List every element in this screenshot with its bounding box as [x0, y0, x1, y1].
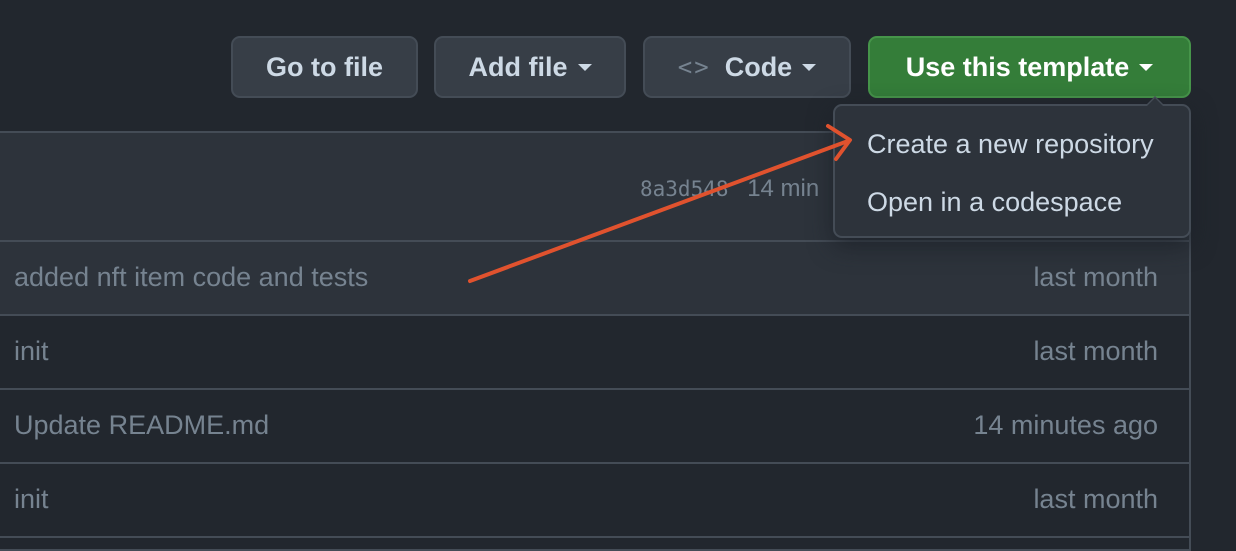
commit-age: 14 min: [747, 175, 820, 202]
commit-message-link[interactable]: init: [14, 336, 49, 367]
file-row[interactable]: init last month: [0, 464, 1189, 538]
template-dropdown-menu: Create a new repository Open in a codesp…: [833, 96, 1191, 238]
menu-item-create-repository[interactable]: Create a new repository: [835, 126, 1189, 184]
caret-down-icon: [577, 63, 592, 71]
menu-item-open-codespace[interactable]: Open in a codespace: [835, 184, 1189, 242]
commit-message-link[interactable]: Update README.md: [14, 410, 269, 441]
code-label: Code: [724, 51, 793, 82]
add-file-label: Add file: [468, 51, 568, 82]
file-row[interactable]: Update README.md 14 minutes ago: [0, 390, 1189, 464]
code-button[interactable]: <> Code: [643, 36, 851, 98]
file-row[interactable]: added nft item code and tests last month: [0, 242, 1189, 316]
go-to-file-button[interactable]: Go to file: [231, 36, 418, 98]
caret-down-icon: [1139, 63, 1154, 71]
add-file-button[interactable]: Add file: [434, 36, 626, 98]
commit-age: last month: [1033, 336, 1158, 366]
use-this-template-button[interactable]: Use this template: [868, 36, 1191, 98]
commit-age: last month: [1033, 262, 1158, 292]
commit-message-link[interactable]: added nft item code and tests: [14, 262, 368, 293]
commit-meta: 8a3d548 14 min: [640, 175, 819, 203]
go-to-file-label: Go to file: [266, 51, 383, 82]
dropdown-pointer: [1145, 96, 1165, 106]
caret-down-icon: [802, 63, 817, 71]
commit-age: 14 minutes ago: [973, 410, 1158, 440]
commit-sha-link[interactable]: 8a3d548: [640, 177, 729, 201]
code-brackets-icon: <>: [677, 53, 711, 81]
file-row[interactable]: init last month: [0, 316, 1189, 390]
use-this-template-label: Use this template: [905, 51, 1130, 82]
